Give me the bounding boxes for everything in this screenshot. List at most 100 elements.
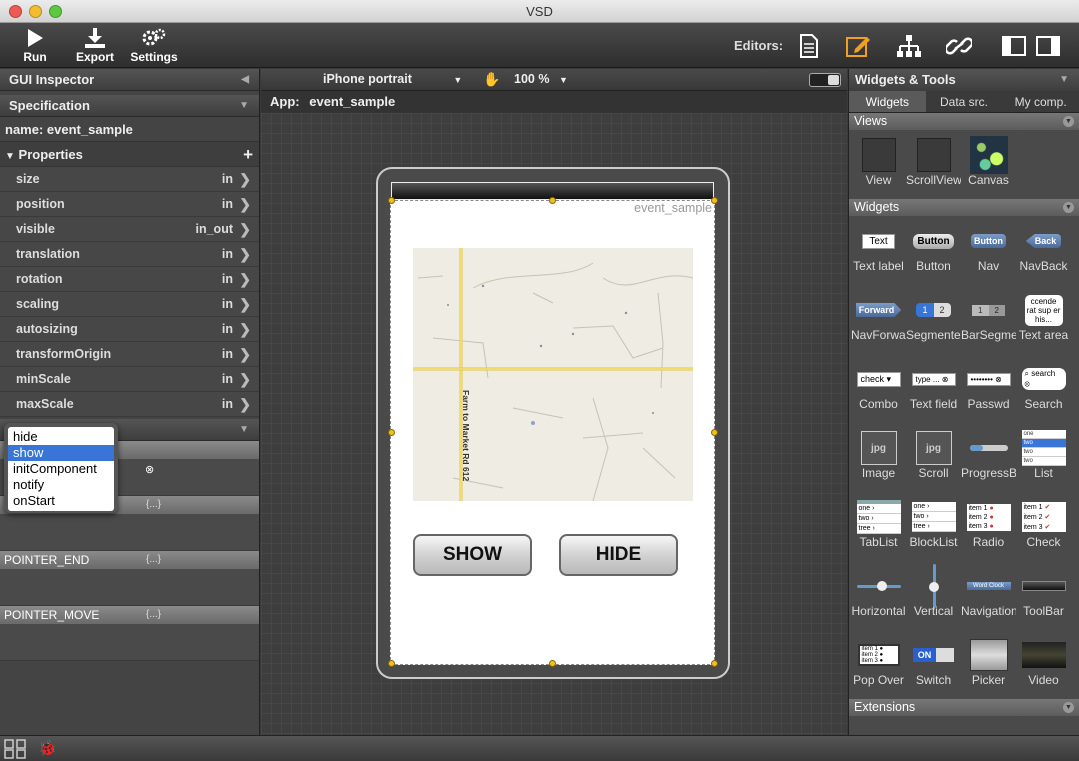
properties-header[interactable]: ▼ Properties + bbox=[0, 142, 259, 167]
disclosure-triangle-icon[interactable]: ▼ bbox=[5, 151, 15, 162]
settings-button[interactable]: Settings bbox=[124, 27, 184, 64]
widget-radio[interactable]: item 1 ● item 2 ● item 3 ● Radio bbox=[961, 492, 1016, 561]
tab-my-comp[interactable]: My comp. bbox=[1002, 91, 1079, 112]
remove-icon[interactable]: ⊗ bbox=[145, 463, 154, 476]
tab-widgets[interactable]: Widgets bbox=[849, 91, 926, 112]
widget-image[interactable]: jpg Image bbox=[851, 423, 906, 492]
property-row-transformOrigin[interactable]: transformOrigin in ❯ bbox=[0, 342, 259, 367]
map-widget[interactable]: Farm to Market Rd 612 bbox=[413, 248, 693, 501]
property-row-rotation[interactable]: rotation in ❯ bbox=[0, 267, 259, 292]
chevron-right-icon[interactable]: ❯ bbox=[239, 167, 251, 192]
widget-scroll[interactable]: jpg Scroll bbox=[906, 423, 961, 492]
chevron-right-icon[interactable]: ❯ bbox=[239, 292, 251, 317]
widgets-tools-header[interactable]: Widgets & Tools ▼ bbox=[849, 69, 1079, 91]
left-panel-toggle-icon[interactable] bbox=[1000, 32, 1028, 60]
property-row-visible[interactable]: visible in_out ❯ bbox=[0, 217, 259, 242]
function-icon[interactable]: {...} bbox=[146, 606, 161, 624]
debug-bug-icon[interactable]: 🐞 bbox=[38, 739, 57, 757]
event-body[interactable] bbox=[0, 514, 259, 551]
widget-vertical[interactable]: Vertical bbox=[906, 561, 961, 630]
chevron-down-icon[interactable]: ▼ bbox=[1063, 116, 1074, 127]
action-option[interactable]: initComponent bbox=[8, 461, 114, 477]
resize-handle[interactable] bbox=[711, 429, 718, 436]
widget-switch[interactable]: ON Switch bbox=[906, 630, 961, 699]
property-row-autosizing[interactable]: autosizing in ❯ bbox=[0, 317, 259, 342]
gui-editor-icon[interactable] bbox=[844, 32, 872, 60]
resize-handle[interactable] bbox=[388, 429, 395, 436]
resize-handle[interactable] bbox=[549, 197, 556, 204]
right-panel-toggle-icon[interactable] bbox=[1034, 32, 1062, 60]
widget-navback[interactable]: Back NavBack bbox=[1016, 216, 1071, 285]
hierarchy-editor-icon[interactable] bbox=[895, 32, 923, 60]
zoom-window-button[interactable] bbox=[49, 5, 62, 18]
gui-inspector-header[interactable]: GUI Inspector ◀ bbox=[0, 69, 259, 91]
chevron-right-icon[interactable]: ❯ bbox=[239, 242, 251, 267]
chevron-right-icon[interactable]: ❯ bbox=[239, 317, 251, 342]
collapse-left-icon[interactable]: ◀ bbox=[241, 69, 249, 91]
widget-tablist[interactable]: one › two › tree › TabList bbox=[851, 492, 906, 561]
widget-check[interactable]: item 1 ✔ item 2 ✔ item 3 ✔ Check bbox=[1016, 492, 1071, 561]
widget-nav[interactable]: Button Nav bbox=[961, 216, 1016, 285]
chevron-down-icon[interactable]: ▼ bbox=[239, 95, 249, 117]
chevron-down-icon[interactable]: ▼ bbox=[1063, 702, 1074, 713]
chevron-down-icon[interactable]: ▼ bbox=[1063, 202, 1074, 213]
resize-handle[interactable] bbox=[388, 660, 395, 667]
widget-passwd[interactable]: •••••••• ⊗ Passwd bbox=[961, 354, 1016, 423]
hand-tool-icon[interactable]: ✋ bbox=[483, 71, 500, 88]
chevron-right-icon[interactable]: ❯ bbox=[239, 367, 251, 392]
widget-navforwar[interactable]: Forward NavForwar bbox=[851, 285, 906, 354]
property-row-size[interactable]: size in ❯ bbox=[0, 167, 259, 192]
widget-progressb[interactable]: ProgressB: bbox=[961, 423, 1016, 492]
widget-scrollview[interactable]: ScrollView bbox=[906, 130, 961, 199]
widget-picker[interactable]: Picker bbox=[961, 630, 1016, 699]
widget-button[interactable]: Button Button bbox=[906, 216, 961, 285]
property-row-position[interactable]: position in ❯ bbox=[0, 192, 259, 217]
widget-search[interactable]: ⌕ search ⊗ Search bbox=[1016, 354, 1071, 423]
widget-text-field[interactable]: type ... ⊗ Text field bbox=[906, 354, 961, 423]
show-button[interactable]: SHOW bbox=[413, 534, 532, 576]
action-option[interactable]: show bbox=[8, 445, 114, 461]
event-header[interactable]: POINTER_END {...} bbox=[0, 551, 259, 569]
function-icon[interactable]: {...} bbox=[146, 551, 161, 569]
device-select[interactable]: iPhone portrait ▼ bbox=[323, 72, 462, 86]
export-button[interactable]: Export bbox=[65, 27, 125, 64]
action-option[interactable]: hide bbox=[8, 429, 114, 445]
widget-pop-over[interactable]: item 1 ● item 2 ● item 3 ● Pop Over bbox=[851, 630, 906, 699]
views-section-header[interactable]: Views ▼ bbox=[849, 113, 1079, 130]
widget-view[interactable]: View bbox=[851, 130, 906, 199]
chevron-right-icon[interactable]: ❯ bbox=[239, 267, 251, 292]
widgets-section-header[interactable]: Widgets ▼ bbox=[849, 199, 1079, 216]
resize-handle[interactable] bbox=[388, 197, 395, 204]
property-row-minScale[interactable]: minScale in ❯ bbox=[0, 367, 259, 392]
widget-text-area[interactable]: ccende rat sup er his... Text area bbox=[1016, 285, 1071, 354]
event-header[interactable]: POINTER_MOVE {...} bbox=[0, 606, 259, 624]
chevron-right-icon[interactable]: ❯ bbox=[239, 342, 251, 367]
event-body[interactable] bbox=[0, 569, 259, 606]
chevron-right-icon[interactable]: ❯ bbox=[239, 192, 251, 217]
resize-handle[interactable] bbox=[711, 660, 718, 667]
property-row-scaling[interactable]: scaling in ❯ bbox=[0, 292, 259, 317]
preview-toggle[interactable] bbox=[809, 73, 841, 87]
extensions-section-header[interactable]: Extensions ▼ bbox=[849, 699, 1079, 716]
property-row-translation[interactable]: translation in ❯ bbox=[0, 242, 259, 267]
zoom-select[interactable]: 100 % ▼ bbox=[514, 72, 568, 86]
widget-horizontal[interactable]: Horizontal bbox=[851, 561, 906, 630]
property-row-maxScale[interactable]: maxScale in ❯ bbox=[0, 392, 259, 417]
document-editor-icon[interactable] bbox=[795, 32, 823, 60]
close-window-button[interactable] bbox=[9, 5, 22, 18]
widget-barsegmer[interactable]: 1 2 BarSegmer bbox=[961, 285, 1016, 354]
run-button[interactable]: Run bbox=[5, 27, 65, 64]
action-option[interactable]: notify bbox=[8, 477, 114, 493]
widget-text-label[interactable]: Text Text label bbox=[851, 216, 906, 285]
grid-view-icon[interactable] bbox=[4, 739, 28, 759]
add-property-icon[interactable]: + bbox=[243, 142, 253, 167]
widget-segmentec[interactable]: 1 2 Segmentec bbox=[906, 285, 961, 354]
function-icon[interactable]: {...} bbox=[146, 496, 161, 514]
chevron-down-icon[interactable]: ▼ bbox=[1059, 69, 1069, 91]
minimize-window-button[interactable] bbox=[29, 5, 42, 18]
resize-handle[interactable] bbox=[549, 660, 556, 667]
specification-header[interactable]: Specification ▼ bbox=[0, 95, 259, 117]
widget-canvas[interactable]: Canvas bbox=[961, 130, 1016, 199]
widget-blocklist[interactable]: one › two › tree › BlockList bbox=[906, 492, 961, 561]
chevron-right-icon[interactable]: ❯ bbox=[239, 217, 251, 242]
